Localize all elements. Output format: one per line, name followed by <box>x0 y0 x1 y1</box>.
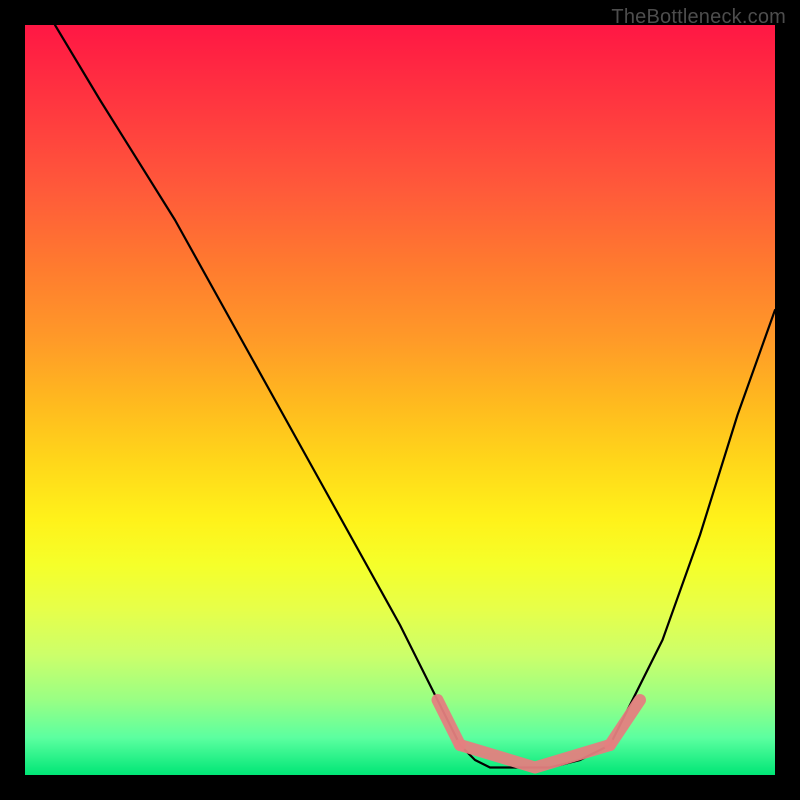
curve-layer <box>25 25 775 775</box>
plot-area <box>25 25 775 775</box>
bottleneck-curve <box>55 25 775 768</box>
marker-right <box>610 700 640 745</box>
marker-left <box>438 700 461 745</box>
chart-stage: TheBottleneck.com <box>0 0 800 800</box>
